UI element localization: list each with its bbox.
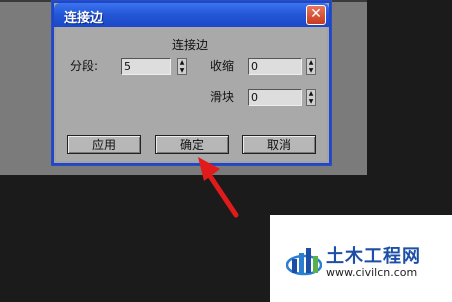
pinch-input[interactable]: 0 bbox=[248, 58, 302, 75]
segments-label: 分段: bbox=[70, 59, 99, 73]
spin-up-icon[interactable]: ▲ bbox=[307, 90, 315, 97]
slide-spin-buttons[interactable]: ▲ ▼ bbox=[306, 89, 316, 106]
section-title: 连接边 bbox=[172, 38, 209, 52]
spin-down-icon[interactable]: ▼ bbox=[307, 67, 315, 74]
pinch-label: 收缩 bbox=[210, 59, 235, 73]
segments-spin-buttons[interactable]: ▲ ▼ bbox=[177, 58, 187, 75]
annotation-arrow-icon bbox=[198, 157, 239, 218]
connect-edges-dialog: 连接边 ✕ 连接边 分段: 5 ▲ ▼ 收缩 0 ▲ ▼ 滑块 0 ▲ ▼ 应用… bbox=[51, 0, 332, 166]
dialog-title: 连接边 bbox=[64, 11, 104, 26]
apply-button[interactable]: 应用 bbox=[67, 135, 141, 154]
spin-down-icon[interactable]: ▼ bbox=[307, 98, 315, 105]
pinch-spin-buttons[interactable]: ▲ ▼ bbox=[306, 58, 316, 75]
slide-label: 滑块 bbox=[210, 90, 235, 104]
civilcn-logo-icon bbox=[286, 248, 322, 276]
spin-down-icon[interactable]: ▼ bbox=[178, 67, 186, 74]
spin-up-icon[interactable]: ▲ bbox=[178, 59, 186, 66]
spin-up-icon[interactable]: ▲ bbox=[307, 59, 315, 66]
title-bar[interactable]: 连接边 ✕ bbox=[54, 3, 329, 27]
ok-button[interactable]: 确定 bbox=[155, 135, 229, 154]
watermark-brand: 土木工程网 bbox=[326, 246, 421, 267]
slide-spinner: 0 ▲ ▼ bbox=[248, 89, 318, 106]
close-icon: ✕ bbox=[310, 6, 322, 22]
segments-spinner: 5 ▲ ▼ bbox=[121, 58, 188, 75]
cancel-button[interactable]: 取消 bbox=[242, 135, 316, 154]
close-button[interactable]: ✕ bbox=[306, 5, 326, 25]
segments-input[interactable]: 5 bbox=[121, 58, 171, 75]
pinch-spinner: 0 ▲ ▼ bbox=[248, 58, 318, 75]
watermark-url: www.civilcn.com bbox=[326, 266, 418, 279]
slide-input[interactable]: 0 bbox=[248, 89, 302, 106]
watermark: 土木工程网 www.civilcn.com bbox=[270, 215, 452, 302]
dialog-content: 连接边 分段: 5 ▲ ▼ 收缩 0 ▲ ▼ 滑块 0 ▲ ▼ 应用 确定 取消 bbox=[56, 27, 327, 161]
